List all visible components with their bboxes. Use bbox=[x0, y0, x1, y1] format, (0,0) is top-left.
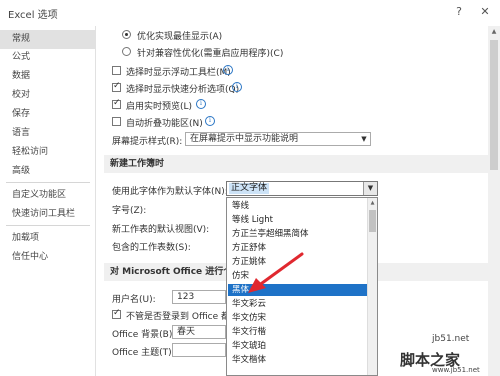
mini-toolbar-checkbox[interactable] bbox=[112, 66, 121, 75]
collapse-ribbon-checkbox[interactable] bbox=[112, 117, 121, 126]
sidebar-item-save[interactable]: 保存 bbox=[0, 105, 95, 124]
help-button[interactable]: ? bbox=[448, 2, 470, 22]
default-view-label: 新工作表的默认视图(V): bbox=[112, 225, 210, 235]
sidebar-item-advanced[interactable]: 高级 bbox=[0, 162, 95, 181]
font-option[interactable]: 华文彩云 bbox=[228, 298, 368, 310]
sidebar-item-proofing[interactable]: 校对 bbox=[0, 86, 95, 105]
dropdown-scrollbar[interactable]: ▲ bbox=[367, 198, 377, 375]
font-option[interactable]: 等线 Light bbox=[228, 214, 368, 226]
live-preview-label: 启用实时预览(L) bbox=[126, 102, 193, 112]
quick-analysis-checkbox[interactable] bbox=[112, 81, 121, 92]
sidebar-item-language[interactable]: 语言 bbox=[0, 124, 95, 143]
info-icon: i bbox=[205, 116, 215, 126]
default-font-select[interactable]: 正文字体 ▼ bbox=[226, 181, 378, 196]
info-icon: i bbox=[196, 99, 206, 109]
sidebar-item-quick-access-toolbar[interactable]: 快速访问工具栏 bbox=[0, 205, 95, 224]
compat-label: 针对兼容性优化(需重启应用程序)(C) bbox=[137, 49, 284, 59]
sidebar-item-data[interactable]: 数据 bbox=[0, 67, 95, 86]
close-button[interactable]: ✕ bbox=[474, 2, 496, 22]
section-personalize-tail bbox=[378, 263, 488, 281]
annotation-arrow-icon bbox=[248, 252, 304, 293]
default-font-label: 使用此字体作为默认字体(N): bbox=[112, 187, 228, 197]
sidebar-item-add-ins[interactable]: 加载项 bbox=[0, 229, 95, 248]
username-input[interactable]: 123 bbox=[172, 290, 226, 304]
sidebar-item-accessibility[interactable]: 轻松访问 bbox=[0, 143, 95, 162]
username-label: 用户名(U): bbox=[112, 295, 156, 305]
main-scroll-thumb[interactable] bbox=[490, 40, 498, 170]
info-icon: i bbox=[223, 65, 233, 75]
screentip-value: 在屏幕提示中显示功能说明 bbox=[190, 134, 299, 144]
sidebar-item-trust-center[interactable]: 信任中心 bbox=[0, 248, 95, 267]
main-scrollbar[interactable]: ▲ bbox=[488, 26, 500, 376]
font-option[interactable]: 华文楷体 bbox=[228, 354, 368, 366]
screentip-select[interactable]: 在屏幕提示中显示功能说明 ▼ bbox=[185, 132, 371, 146]
chevron-down-icon: ▼ bbox=[361, 135, 367, 143]
screentip-label: 屏幕提示样式(R): bbox=[112, 137, 183, 147]
watermark-url: www.jb51.net bbox=[432, 366, 480, 374]
section-personalize: 对 Microsoft Office 进行个性化设置 bbox=[104, 263, 226, 281]
font-option[interactable]: 等线 bbox=[228, 200, 368, 212]
live-preview-checkbox[interactable] bbox=[112, 98, 121, 109]
office-background-value: 春天 bbox=[177, 327, 196, 337]
default-font-value: 正文字体 bbox=[229, 183, 270, 194]
font-option[interactable]: 华文仿宋 bbox=[228, 312, 368, 324]
font-option[interactable]: 华文行楷 bbox=[228, 326, 368, 338]
mini-toolbar-label: 选择时显示浮动工具栏(M) bbox=[126, 68, 231, 78]
sidebar-item-formulas[interactable]: 公式 bbox=[0, 48, 95, 67]
font-size-label: 字号(Z): bbox=[112, 206, 147, 216]
always-use-checkbox[interactable] bbox=[112, 308, 121, 319]
compat-radio[interactable] bbox=[122, 47, 131, 56]
always-use-label: 不管是否登录到 Office 都始终使用这些值(A) bbox=[126, 312, 226, 322]
chevron-down-icon[interactable]: ▼ bbox=[363, 182, 377, 195]
best-appearance-label: 优化实现最佳显示(A) bbox=[137, 32, 223, 42]
sidebar-item-general[interactable]: 常规 bbox=[0, 30, 95, 49]
title-bar: Excel 选项 ? ✕ bbox=[0, 0, 500, 26]
scroll-up-icon[interactable]: ▲ bbox=[368, 198, 377, 208]
office-theme-select[interactable] bbox=[172, 343, 226, 357]
sheet-count-label: 包含的工作表数(S): bbox=[112, 243, 191, 253]
collapse-ribbon-label: 自动折叠功能区(N) bbox=[126, 119, 203, 129]
window-title: Excel 选项 bbox=[8, 10, 58, 21]
font-option[interactable]: 华文琥珀 bbox=[228, 340, 368, 352]
scroll-up-icon[interactable]: ▲ bbox=[488, 26, 500, 38]
best-appearance-radio[interactable] bbox=[122, 30, 131, 39]
dropdown-scroll-thumb[interactable] bbox=[369, 210, 376, 232]
info-icon: i bbox=[232, 82, 242, 92]
sidebar-item-customize-ribbon[interactable]: 自定义功能区 bbox=[0, 186, 95, 205]
section-new-workbook: 新建工作簿时 bbox=[104, 155, 488, 173]
quick-analysis-label: 选择时显示快速分析选项(Q) bbox=[126, 85, 240, 95]
office-theme-label: Office 主题(T): bbox=[112, 348, 175, 358]
sidebar-divider bbox=[6, 225, 90, 226]
sidebar-divider bbox=[6, 182, 90, 183]
office-background-select[interactable]: 春天 bbox=[172, 325, 226, 339]
sidebar: 常规 公式 数据 校对 保存 语言 轻松访问 高级 自定义功能区 快速访问工具栏… bbox=[0, 26, 96, 376]
office-background-label: Office 背景(B): bbox=[112, 330, 176, 340]
watermark-site: jb51.net bbox=[432, 334, 470, 344]
font-option[interactable]: 方正兰亭超细黑简体 bbox=[228, 228, 368, 240]
